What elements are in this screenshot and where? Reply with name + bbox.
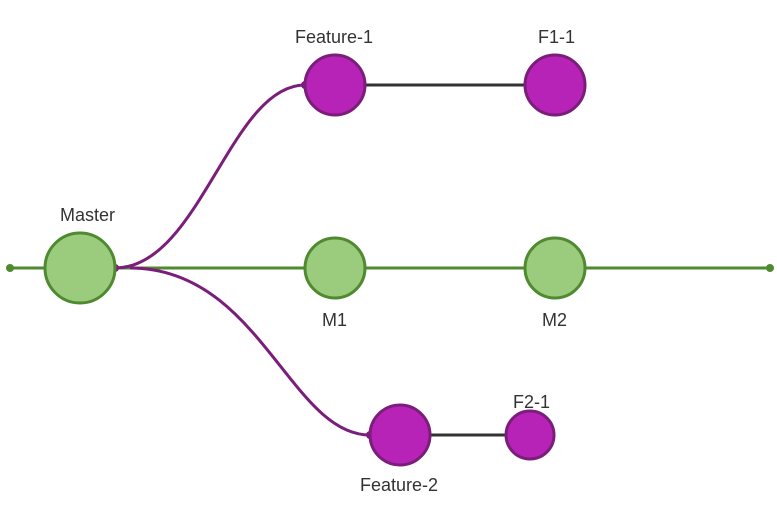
label-master: Master (60, 205, 115, 226)
node-m1 (305, 238, 365, 298)
label-f1-1: F1-1 (538, 27, 575, 48)
node-feature1 (305, 55, 365, 115)
master-line-end-dot (766, 264, 774, 272)
label-feature1: Feature-1 (295, 27, 373, 48)
label-m2: M2 (542, 310, 567, 331)
node-f2-1 (506, 411, 554, 459)
node-f1-1 (525, 55, 585, 115)
node-feature2 (370, 405, 430, 465)
master-line-start-dot (6, 264, 14, 272)
label-m1: M1 (322, 310, 347, 331)
label-feature2: Feature-2 (360, 475, 438, 496)
node-m2 (525, 238, 585, 298)
branch-diagram (0, 0, 777, 528)
label-f2-1: F2-1 (513, 392, 550, 413)
node-master (45, 233, 115, 303)
branch-curve-feature1 (115, 85, 305, 268)
